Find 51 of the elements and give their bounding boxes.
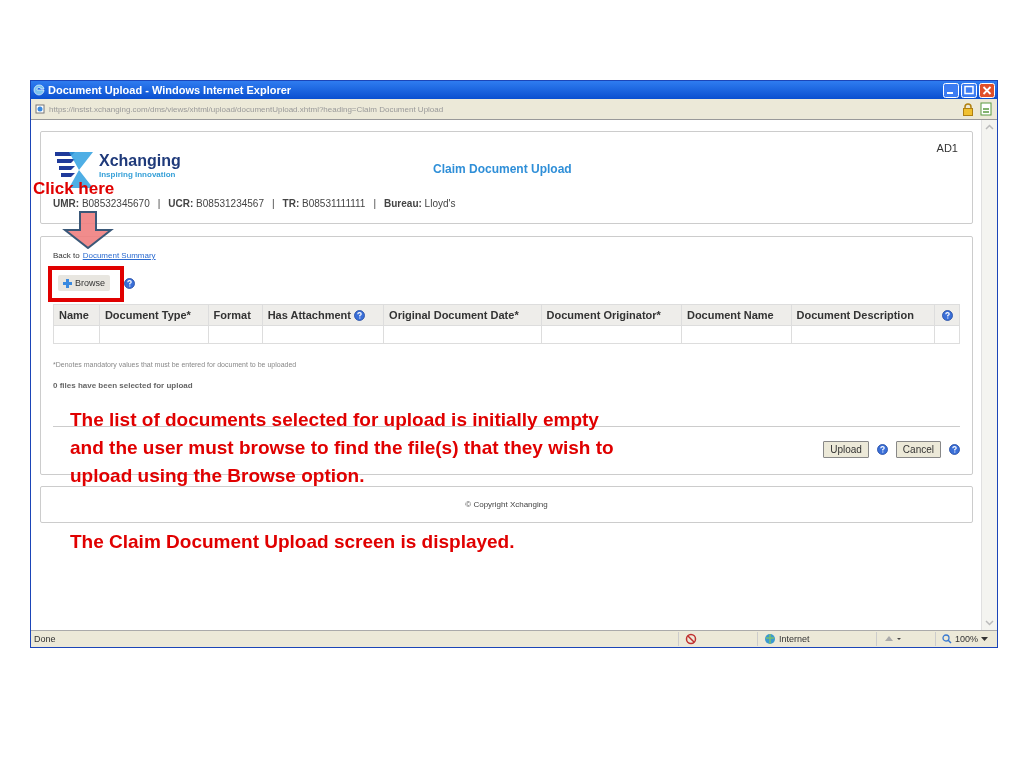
- column-header: Document Name: [686, 309, 774, 321]
- dropdown-icon[interactable]: [981, 636, 988, 642]
- separator: |: [157, 198, 161, 209]
- window-title: Document Upload - Windows Internet Explorer: [48, 84, 293, 96]
- caption-text: The Claim Document Upload screen is displayed.: [70, 530, 515, 554]
- page-title: Claim Document Upload: [433, 162, 572, 176]
- back-label: Back to: [53, 251, 80, 260]
- reference-field: Bureau: Lloyd's: [384, 198, 456, 209]
- browse-button[interactable]: Browse: [58, 275, 110, 291]
- column-header: Document Type*: [104, 309, 191, 321]
- browser-icon: [33, 84, 45, 96]
- separator: |: [373, 198, 377, 209]
- lock-icon[interactable]: [961, 102, 975, 116]
- zone-text: Internet: [778, 634, 810, 644]
- globe-icon: [763, 633, 776, 645]
- help-icon[interactable]: [124, 277, 135, 289]
- reference-field: UCR: B08531234567: [168, 198, 264, 209]
- callout-text: Click here: [33, 181, 115, 197]
- maximize-button[interactable]: [961, 82, 977, 98]
- separator: |: [271, 198, 275, 209]
- back-link[interactable]: Document Summary: [82, 251, 156, 260]
- compatibility-icon[interactable]: [979, 102, 993, 116]
- column-header: Name: [59, 309, 89, 321]
- help-icon[interactable]: [354, 310, 366, 322]
- user-code: AD1: [936, 142, 958, 154]
- logo-tagline: Inspiring Innovation: [99, 170, 177, 179]
- blocked-icon[interactable]: [684, 633, 697, 645]
- down-arrow: [62, 211, 114, 249]
- plus-icon: [63, 278, 72, 288]
- help-icon[interactable]: [949, 444, 960, 455]
- status-text: Done: [34, 634, 56, 644]
- reference-field: TR: B08531111111: [282, 198, 366, 209]
- help-icon[interactable]: [941, 310, 953, 322]
- column-header: Document Originator*: [546, 309, 661, 321]
- page-icon: [35, 104, 45, 114]
- close-button[interactable]: [979, 82, 995, 98]
- zoom-level[interactable]: 100%: [954, 634, 978, 644]
- copyright-text: © Copyright Xchanging: [465, 500, 548, 509]
- column-header: Format: [213, 309, 251, 321]
- help-icon[interactable]: [876, 444, 888, 455]
- caption-text: The list of documents selected for upload is initially empty and the user must browse to find the file(s) that they wish to upload using the Browse option.: [70, 408, 615, 488]
- reference-field: UMR: B08532345670: [53, 198, 150, 209]
- column-header: Original Document Date*: [389, 309, 519, 321]
- action-button[interactable]: Cancel: [895, 441, 941, 458]
- zoom-icon[interactable]: [941, 634, 952, 644]
- column-header: Has Attachment: [267, 308, 351, 321]
- action-button[interactable]: Upload: [823, 441, 869, 458]
- file-count: 0 files have been selected for upload: [53, 381, 194, 390]
- minimize-button[interactable]: [943, 82, 959, 98]
- column-header: Document Description: [796, 309, 914, 321]
- logo-text: Xchanging: [99, 152, 181, 170]
